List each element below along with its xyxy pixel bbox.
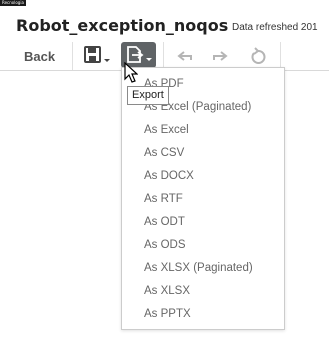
reset-icon: [251, 47, 266, 64]
menu-item-ods[interactable]: As ODS: [144, 239, 186, 251]
menu-item-xlsx-paginated[interactable]: As XLSX (Paginated): [144, 262, 253, 274]
report-header: Robot_exception_noqos Data refreshed 201: [0, 6, 329, 42]
toolbar-divider: [280, 42, 281, 70]
menu-item-odt[interactable]: As ODT: [144, 216, 185, 228]
save-icon: [84, 46, 110, 63]
menu-item-excel[interactable]: As Excel: [144, 124, 189, 136]
toolbar-divider: [72, 42, 73, 70]
export-tooltip: Export: [127, 86, 169, 105]
chevron-down-icon: [104, 59, 110, 62]
export-menu: As PDF As Excel (Paginated) As Excel As …: [121, 67, 285, 330]
menu-item-rtf[interactable]: As RTF: [144, 193, 183, 205]
mouse-cursor-icon: [124, 62, 138, 83]
redo-button[interactable]: [209, 45, 231, 67]
menu-item-pptx[interactable]: As PPTX: [144, 308, 191, 320]
toolbar-divider: [163, 42, 164, 70]
undo-button[interactable]: [174, 45, 196, 67]
menu-item-docx[interactable]: As DOCX: [144, 170, 194, 182]
save-button[interactable]: [84, 45, 114, 67]
redo-icon: [213, 51, 228, 61]
undo-icon: [177, 51, 192, 61]
menu-item-csv[interactable]: As CSV: [144, 147, 184, 159]
menu-item-xlsx[interactable]: As XLSX: [144, 285, 190, 297]
data-refreshed-text: Data refreshed 201: [232, 22, 318, 33]
reset-button[interactable]: [247, 45, 269, 67]
back-button[interactable]: Back: [24, 49, 55, 64]
report-title: Robot_exception_noqos: [16, 16, 229, 35]
